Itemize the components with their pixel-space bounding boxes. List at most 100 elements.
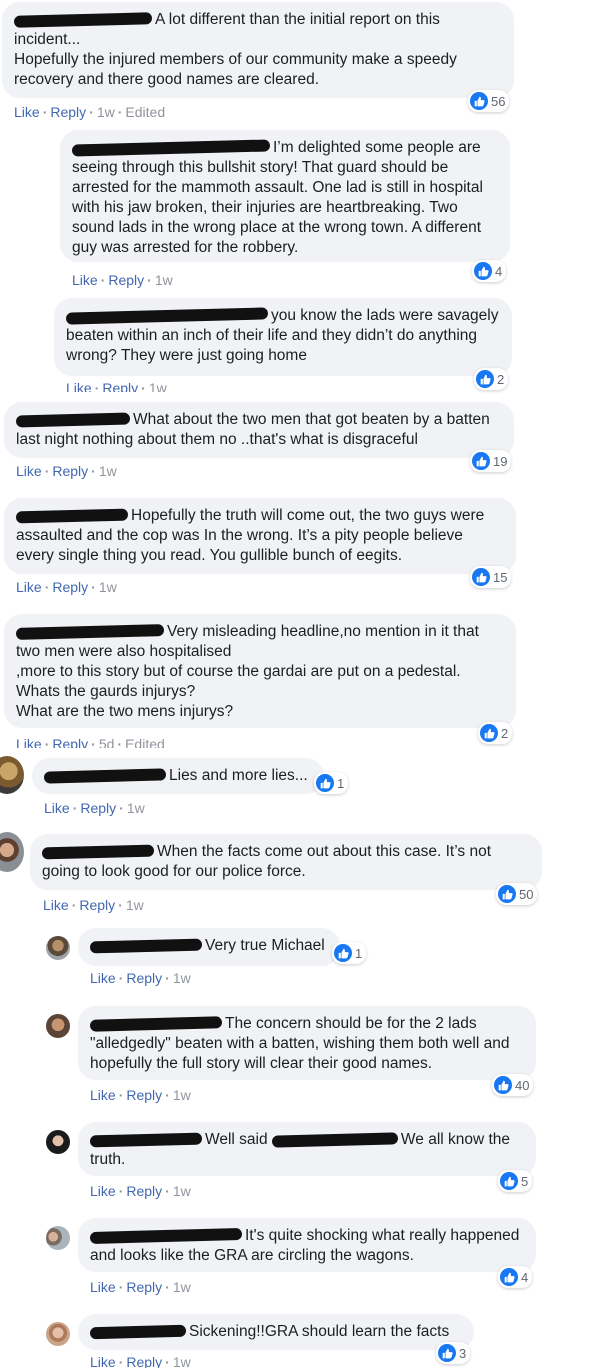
redacted-name[interactable] <box>13 12 153 28</box>
like-button[interactable]: Like <box>90 1279 116 1295</box>
comment-bubble: The concern should be for the 2 lads "al… <box>78 1006 536 1080</box>
like-button[interactable]: Like <box>16 579 42 595</box>
avatar[interactable] <box>46 1014 70 1038</box>
timestamp[interactable]: 1w <box>99 463 117 479</box>
like-button[interactable]: Like <box>43 897 69 913</box>
thumbs-up-icon <box>472 568 490 586</box>
timestamp[interactable]: 1w <box>173 1279 191 1295</box>
comment-text: Very true Michael <box>205 937 325 954</box>
reaction-count[interactable]: 4 <box>498 1266 533 1288</box>
comment-actions: Like · Reply · 1w <box>90 1279 191 1295</box>
comment-bubble: Very true Michael <box>78 928 340 966</box>
reply-button[interactable]: Reply <box>52 736 88 748</box>
avatar[interactable] <box>46 936 70 960</box>
like-button[interactable]: Like <box>72 272 98 288</box>
like-count: 50 <box>519 886 534 902</box>
reaction-count[interactable]: 2 <box>478 722 513 744</box>
timestamp[interactable]: 1w <box>97 104 115 120</box>
comment-bubble: A lot different than the initial report … <box>2 2 514 98</box>
reply-button[interactable]: Reply <box>50 104 86 120</box>
reaction-count[interactable]: 2 <box>474 368 509 390</box>
reply-button[interactable]: Reply <box>126 1354 162 1368</box>
comment-bubble: Hopefully the truth will come out, the t… <box>4 498 516 574</box>
reply-button[interactable]: Reply <box>52 463 88 479</box>
comment-actions: Like · Reply · 1w · Edited <box>14 104 166 120</box>
like-button[interactable]: Like <box>90 970 116 986</box>
reaction-count[interactable]: 19 <box>470 450 512 472</box>
redacted-name[interactable] <box>15 508 129 524</box>
reaction-count[interactable]: 1 <box>332 942 367 964</box>
reaction-count[interactable]: 4 <box>472 260 507 282</box>
edited-label[interactable]: Edited <box>125 736 165 748</box>
reaction-count[interactable]: 40 <box>492 1074 534 1096</box>
like-button[interactable]: Like <box>16 463 42 479</box>
reaction-count[interactable]: 15 <box>470 566 512 588</box>
timestamp[interactable]: 1w <box>127 800 145 816</box>
redacted-name[interactable] <box>41 844 155 860</box>
avatar[interactable] <box>46 1226 70 1250</box>
edited-label[interactable]: Edited <box>125 104 165 120</box>
reaction-count[interactable]: 1 <box>314 772 349 794</box>
avatar[interactable] <box>0 832 24 872</box>
like-button[interactable]: Like <box>16 736 42 748</box>
reply-button[interactable]: Reply <box>79 897 115 913</box>
timestamp[interactable]: 5d <box>99 736 115 748</box>
like-button[interactable]: Like <box>66 380 92 392</box>
redacted-name[interactable] <box>89 1324 187 1340</box>
comment-actions: Like · Reply · 1w <box>16 463 117 479</box>
redacted-name[interactable] <box>15 623 165 640</box>
like-count: 19 <box>493 453 508 469</box>
like-count: 1 <box>337 775 345 791</box>
redacted-name[interactable] <box>65 307 269 325</box>
reaction-count[interactable]: 50 <box>496 883 538 905</box>
thumbs-up-icon <box>500 1268 518 1286</box>
redacted-name[interactable] <box>71 139 271 157</box>
reply-button[interactable]: Reply <box>102 380 138 392</box>
thumbs-up-icon <box>438 1344 456 1362</box>
redacted-name[interactable] <box>89 1016 223 1032</box>
timestamp[interactable]: 1w <box>173 1183 191 1199</box>
like-button[interactable]: Like <box>90 1087 116 1103</box>
like-button[interactable]: Like <box>14 104 40 120</box>
redacted-name[interactable] <box>89 1132 203 1148</box>
comment-text: Sickening!!GRA should learn the facts <box>189 1323 450 1340</box>
timestamp[interactable]: 1w <box>173 1354 191 1368</box>
timestamp[interactable]: 1w <box>99 579 117 595</box>
reaction-count[interactable]: 3 <box>436 1342 471 1364</box>
timestamp[interactable]: 1w <box>173 970 191 986</box>
comment-bubble: Sickening!!GRA should learn the facts <box>78 1314 474 1350</box>
reply-button[interactable]: Reply <box>126 1087 162 1103</box>
reaction-count[interactable]: 56 <box>468 90 510 112</box>
like-button[interactable]: Like <box>90 1183 116 1199</box>
avatar[interactable] <box>46 1130 70 1154</box>
reply-button[interactable]: Reply <box>126 970 162 986</box>
comment-actions: Like · Reply · 1w <box>90 970 191 986</box>
comment-actions: Like · Reply · 1w <box>90 1354 191 1368</box>
like-count: 40 <box>515 1077 530 1093</box>
timestamp[interactable]: 1w <box>149 380 167 392</box>
comment-actions: Like · Reply · 1w <box>90 1087 191 1103</box>
comment-bubble: Lies and more lies... <box>32 758 324 794</box>
timestamp[interactable]: 1w <box>126 897 144 913</box>
thumbs-up-icon <box>316 774 334 792</box>
redacted-name[interactable] <box>89 938 203 954</box>
like-count: 4 <box>495 263 503 279</box>
reply-button[interactable]: Reply <box>108 272 144 288</box>
reaction-count[interactable]: 5 <box>498 1170 533 1192</box>
avatar[interactable] <box>0 756 24 794</box>
redacted-name[interactable] <box>89 1227 243 1244</box>
reply-button[interactable]: Reply <box>80 800 116 816</box>
reply-button[interactable]: Reply <box>126 1279 162 1295</box>
like-button[interactable]: Like <box>90 1354 116 1368</box>
redacted-name[interactable] <box>15 412 131 428</box>
redacted-name[interactable] <box>43 768 167 784</box>
like-button[interactable]: Like <box>44 800 70 816</box>
comment-text-a: Well said <box>205 1131 268 1148</box>
redacted-mention[interactable] <box>271 1132 399 1148</box>
reply-button[interactable]: Reply <box>126 1183 162 1199</box>
timestamp[interactable]: 1w <box>155 272 173 288</box>
avatar[interactable] <box>46 1322 70 1346</box>
reply-button[interactable]: Reply <box>52 579 88 595</box>
thumbs-up-icon <box>474 262 492 280</box>
timestamp[interactable]: 1w <box>173 1087 191 1103</box>
